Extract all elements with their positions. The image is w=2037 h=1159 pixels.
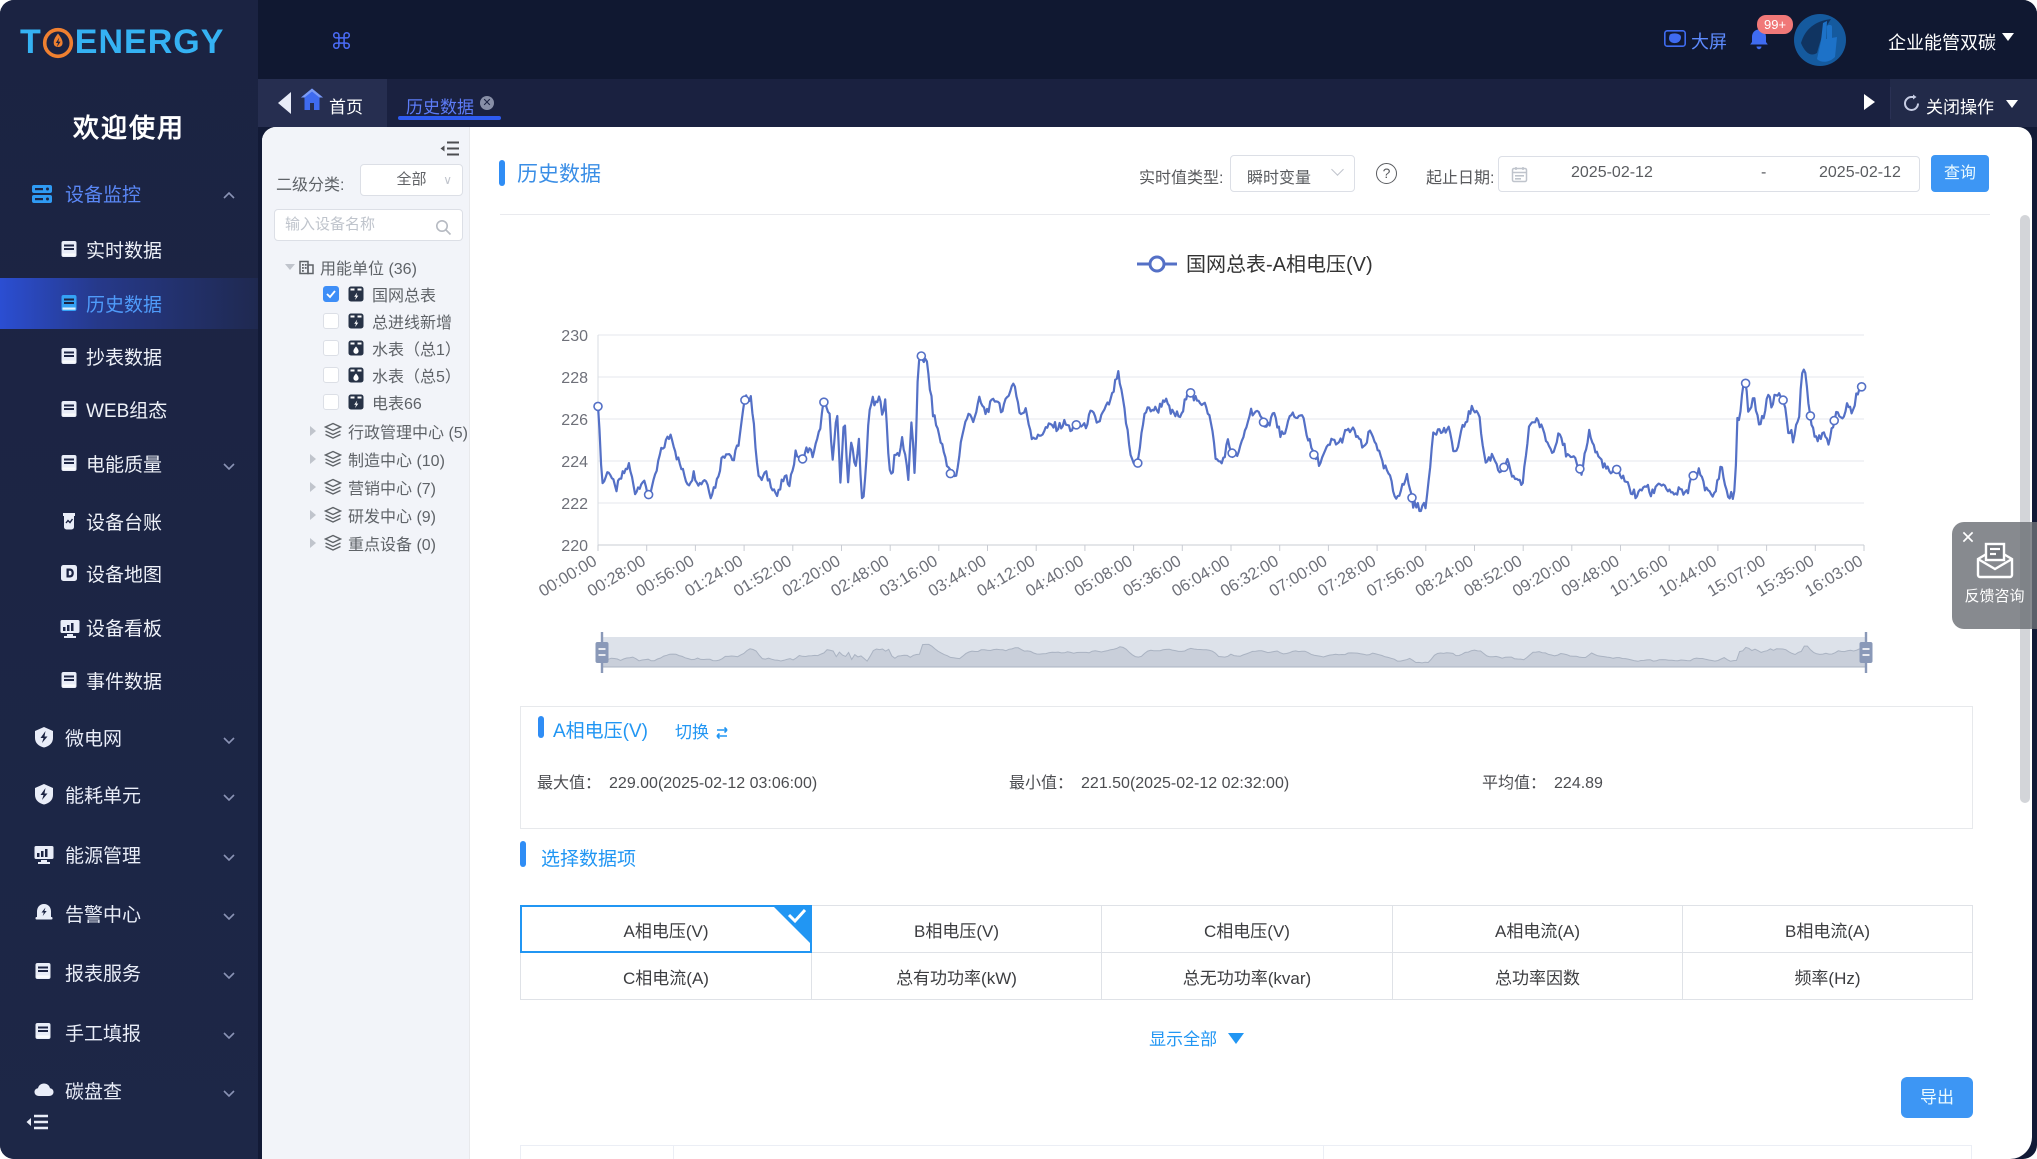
svg-text:224: 224 bbox=[561, 454, 588, 471]
svg-text:228: 228 bbox=[561, 370, 588, 387]
svg-text:国网总表-A相电压(V): 国网总表-A相电压(V) bbox=[1186, 253, 1373, 276]
svg-text:222: 222 bbox=[561, 496, 588, 513]
svg-text:220: 220 bbox=[561, 538, 588, 555]
svg-text:230: 230 bbox=[561, 328, 588, 345]
svg-text:226: 226 bbox=[561, 412, 588, 429]
